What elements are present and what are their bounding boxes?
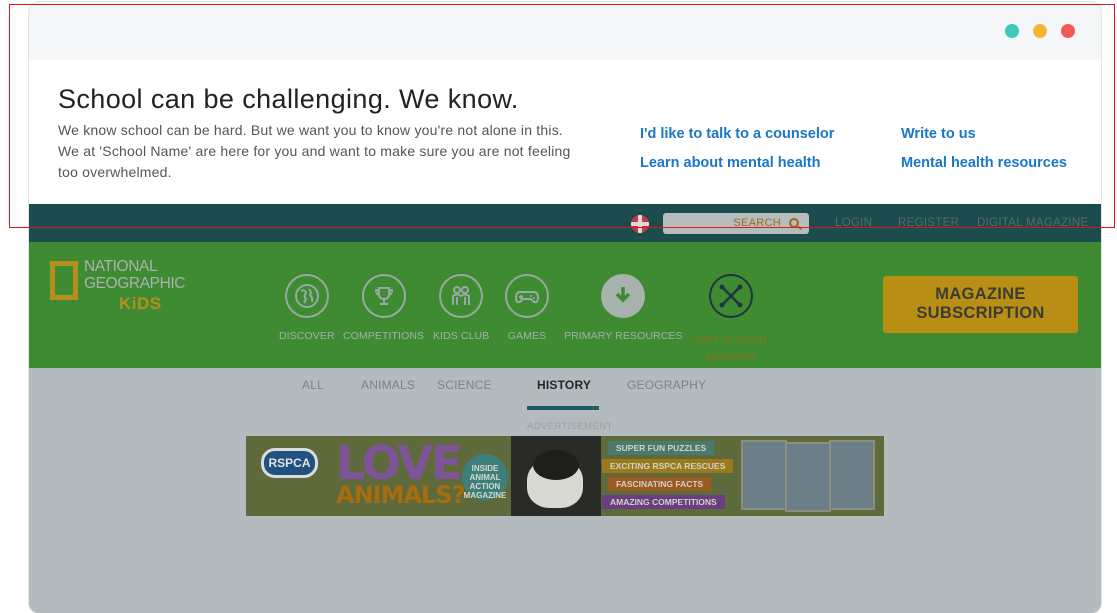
globe-icon	[284, 274, 329, 318]
banner-text: We know school can be hard. But we want …	[58, 122, 571, 180]
dirt-label: DIRT IS GOOD ACADEMY	[695, 332, 767, 366]
nav-label: GAMES	[507, 330, 547, 342]
natgeo-kids-site: SEARCH LOGIN REGISTER DIGITAL MAGAZINE N…	[29, 204, 1101, 613]
ad-pill: FASCINATING FACTS	[608, 477, 712, 491]
download-icon	[601, 274, 646, 318]
digital-magazine-link[interactable]: DIGITAL MAGAZINE	[977, 217, 1089, 229]
magazine-cover	[829, 440, 875, 510]
nav-games[interactable]: GAMES	[505, 274, 549, 342]
magazine-line-1: MAGAZINE	[935, 285, 1026, 303]
ad-love-text: LOVE	[336, 436, 463, 490]
top-nav: SEARCH LOGIN REGISTER DIGITAL MAGAZINE	[29, 204, 1101, 242]
write-to-us-link[interactable]: Write to us	[901, 126, 976, 142]
login-link[interactable]: LOGIN	[835, 217, 872, 229]
nav-discover[interactable]: DISCOVER	[279, 274, 335, 342]
nav-dirt-is-good[interactable]: DIRT IS GOOD ACADEMY	[695, 274, 767, 366]
magazine-cover	[785, 442, 831, 512]
content-area: ALL ANIMALS SCIENCE HISTORY GEOGRAPHY AD…	[29, 368, 1101, 613]
tab-science[interactable]: SCIENCE	[437, 378, 492, 392]
yellow-dot-icon[interactable]	[1033, 24, 1047, 38]
yellow-border-icon	[50, 261, 78, 300]
red-dot-icon[interactable]	[1061, 24, 1075, 38]
logo-line-1: NATIONAL	[84, 258, 158, 275]
nav-label: KIDS CLUB	[433, 330, 490, 342]
ad-pill: AMAZING COMPETITIONS	[602, 495, 725, 509]
tab-all[interactable]: ALL	[302, 378, 324, 392]
main-nav: NATIONAL GEOGRAPHIC KiDS DISCOVER COMPET…	[29, 242, 1101, 368]
dirt-label-line-1: DIRT IS GOOD	[695, 334, 767, 346]
tab-animals[interactable]: ANIMALS	[361, 378, 415, 392]
support-banner: School can be challenging. We know. We k…	[29, 60, 1101, 204]
advertisement-banner[interactable]: RSPCA LOVE ANIMALS? INSIDE ANIMAL ACTION…	[246, 436, 884, 516]
search-label: SEARCH	[733, 217, 781, 229]
counselor-link[interactable]: I'd like to talk to a counselor	[640, 126, 834, 142]
rspca-logo: RSPCA	[261, 448, 318, 478]
ad-animals-text: ANIMALS?	[336, 481, 466, 509]
nav-label: DISCOVER	[279, 330, 335, 342]
advertisement-label: ADVERTISEMENT	[527, 421, 613, 432]
window-controls	[1005, 24, 1075, 38]
dirt-label-line-2: ACADEMY	[705, 351, 757, 363]
cat-image	[511, 436, 601, 516]
active-tab-underline	[527, 406, 599, 410]
uk-flag-icon[interactable]	[631, 215, 649, 233]
search-icon[interactable]	[789, 218, 799, 228]
mental-health-resources-link[interactable]: Mental health resources	[901, 155, 1067, 171]
magazine-line-2: SUBSCRIPTION	[916, 304, 1045, 322]
tab-geography[interactable]: GEOGRAPHY	[627, 378, 706, 392]
mental-health-link[interactable]: Learn about mental health	[640, 155, 820, 171]
ad-pill: SUPER FUN PUZZLES	[608, 441, 715, 455]
kids-icon	[439, 274, 484, 318]
banner-title: School can be challenging. We know.	[58, 84, 519, 114]
register-link[interactable]: REGISTER	[898, 217, 959, 229]
nav-primary-resources[interactable]: PRIMARY RESOURCES	[564, 274, 683, 342]
dirt-is-good-icon	[708, 274, 753, 318]
nav-label: COMPETITIONS	[343, 330, 425, 342]
search-input[interactable]: SEARCH	[663, 213, 809, 234]
logo-line-2: GEOGRAPHIC	[84, 275, 186, 292]
nav-label: PRIMARY RESOURCES	[564, 330, 683, 342]
nav-kids-club[interactable]: KIDS CLUB	[433, 274, 489, 342]
magazine-subscription-button[interactable]: MAGAZINE SUBSCRIPTION	[883, 276, 1078, 333]
title-bar	[29, 2, 1101, 60]
trophy-icon	[361, 274, 406, 318]
ad-pill: EXCITING RSPCA RESCUES	[602, 459, 734, 473]
gamepad-icon	[505, 274, 549, 318]
logo-kids: KiDS	[119, 294, 162, 313]
green-dot-icon[interactable]	[1005, 24, 1019, 38]
ad-badge: INSIDE ANIMAL ACTION MAGAZINE	[462, 454, 508, 500]
nav-competitions[interactable]: COMPETITIONS	[343, 274, 424, 342]
magazine-covers	[741, 440, 879, 512]
tab-history[interactable]: HISTORY	[537, 378, 591, 392]
magazine-cover	[741, 440, 787, 510]
cat-mask	[533, 450, 579, 480]
browser-window: School can be challenging. We know. We k…	[29, 2, 1101, 613]
